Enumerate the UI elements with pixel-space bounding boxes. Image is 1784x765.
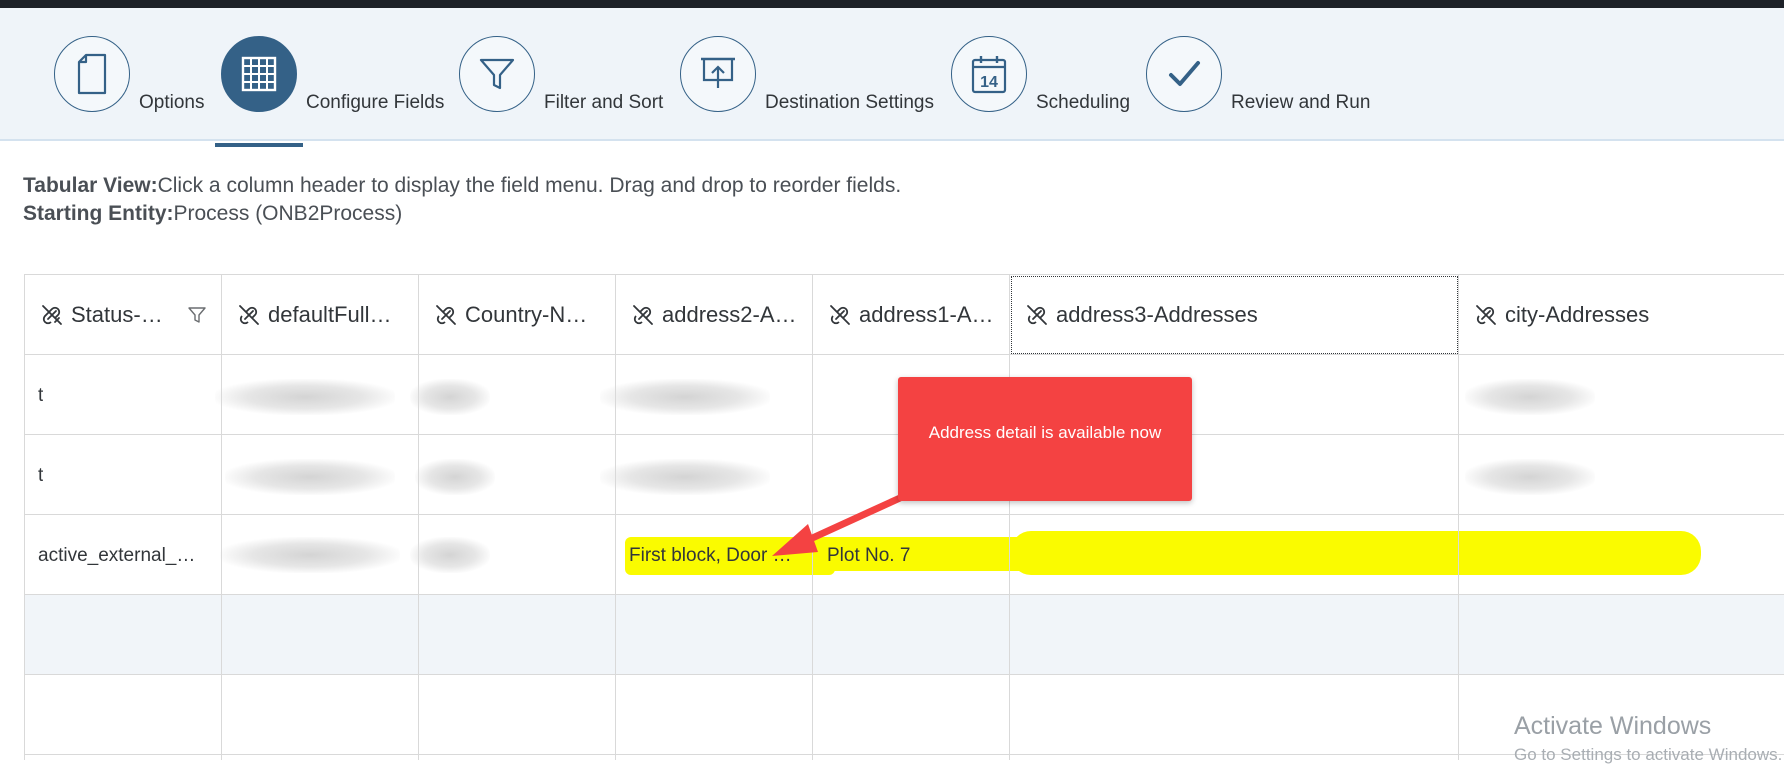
activate-windows-watermark: Activate Windows (1514, 712, 1712, 740)
document-icon (77, 53, 107, 95)
filter-icon (479, 58, 515, 90)
column-filter-icon[interactable] (187, 305, 207, 325)
column-header-country-name-label: Country-N… (465, 301, 588, 327)
redacted-cell (220, 537, 400, 573)
redacted-cell (215, 379, 395, 415)
unlink-icon (830, 304, 850, 325)
instructions: Tabular View:Click a column header to di… (23, 172, 901, 228)
redacted-cell (410, 379, 490, 415)
presentation-upload-icon (701, 57, 735, 88)
window-top-bar (0, 0, 1784, 8)
report-table: t t active_external_… First block, Door … (24, 274, 1784, 760)
starting-entity-text: Process (ONB2Process) (173, 202, 403, 225)
step-destination-settings-label: Destination Settings (765, 92, 934, 113)
redacted-cell (415, 459, 495, 495)
column-header-address3-label: address3-Addresses (1056, 301, 1258, 327)
unlink-icon (1476, 304, 1496, 325)
unlink-icon (633, 304, 653, 325)
unlink-icon (42, 304, 62, 325)
step-configure-fields-circle[interactable] (221, 36, 297, 112)
active-step-indicator (215, 143, 303, 147)
activate-windows-subtitle: Go to Settings to activate Windows. (1514, 745, 1783, 764)
step-configure-fields-label: Configure Fields (306, 92, 445, 113)
redacted-cell (600, 379, 770, 415)
cell-status[interactable]: t (38, 385, 43, 407)
cell-address1[interactable]: Plot No. 7 (827, 545, 1007, 567)
column-header-city[interactable]: city-Addresses (1459, 275, 1784, 355)
annotation-callout: Address detail is available now (898, 377, 1192, 501)
table-row-empty[interactable] (25, 595, 1784, 675)
redacted-cell (1465, 459, 1595, 495)
step-review-and-run-label: Review and Run (1231, 92, 1371, 113)
column-header-status-label: Status-… (71, 301, 163, 327)
calendar-day-number: 14 (980, 74, 998, 91)
redacted-cell (1465, 379, 1595, 415)
column-header-address3[interactable]: address3-Addresses (1010, 275, 1459, 355)
step-filter-and-sort-label: Filter and Sort (544, 92, 664, 113)
redacted-cell (600, 459, 770, 495)
column-header-address2-label: address2-A… (662, 301, 797, 327)
step-scheduling-label: Scheduling (1036, 92, 1131, 113)
step-options-circle[interactable] (54, 36, 130, 112)
unlink-icon (1027, 304, 1047, 325)
unlink-icon (436, 304, 456, 325)
annotation-callout-text: Address detail is available now (928, 423, 1162, 442)
step-destination-settings-circle[interactable] (680, 36, 756, 112)
starting-entity-line: Starting Entity:Process (ONB2Process) (23, 200, 901, 228)
cell-status[interactable]: active_external_… (38, 545, 208, 567)
column-header-address1-label: address1-A… (859, 301, 994, 327)
redacted-cell (410, 537, 490, 573)
column-header-address1[interactable]: address1-A… (813, 275, 1010, 355)
tabular-view-text: Click a column header to display the fie… (157, 174, 902, 197)
step-review-and-run-circle[interactable] (1146, 36, 1222, 112)
wizard-step-bar: Options Configure Fields Filter and Sort (0, 8, 1784, 147)
column-header-default-full-name-label: defaultFull… (268, 301, 392, 327)
column-header-country-name[interactable]: Country-N… (419, 275, 616, 355)
step-options-label: Options (139, 92, 205, 113)
column-header-city-label: city-Addresses (1505, 301, 1650, 327)
cell-status[interactable]: t (38, 465, 43, 487)
table-grid-icon (241, 56, 277, 92)
table-row[interactable]: active_external_… First block, Door … Pl… (25, 515, 1784, 595)
tabular-view-line: Tabular View:Click a column header to di… (23, 172, 901, 200)
checkmark-icon (1169, 61, 1200, 86)
cell-address2[interactable]: First block, Door … (629, 545, 819, 567)
highlight-address3-redacted (1011, 531, 1701, 575)
step-scheduling-circle[interactable]: 14 (951, 36, 1027, 112)
tabular-view-label: Tabular View: (23, 174, 158, 197)
step-filter-and-sort-circle[interactable] (459, 36, 535, 112)
column-header-status[interactable]: Status-… (25, 275, 222, 355)
calendar-icon: 14 (971, 56, 1007, 94)
column-header-address2[interactable]: address2-A… (616, 275, 813, 355)
column-header-default-full-name[interactable]: defaultFull… (222, 275, 419, 355)
unlink-icon (239, 304, 259, 325)
starting-entity-label: Starting Entity: (23, 202, 174, 225)
redacted-cell (225, 459, 395, 495)
